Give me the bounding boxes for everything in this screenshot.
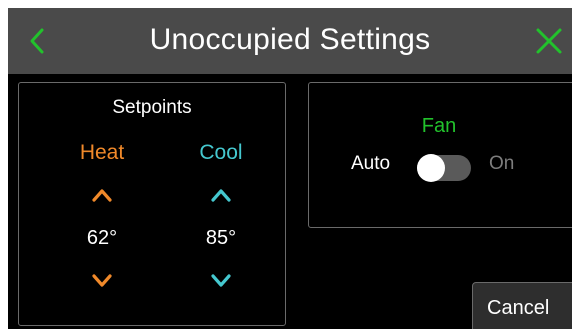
cancel-button[interactable]: Cancel bbox=[472, 282, 572, 329]
fan-panel: Fan Auto On bbox=[308, 82, 572, 228]
thermostat-screen: Unoccupied Settings Setpoints Heat Cool … bbox=[8, 8, 572, 329]
chevron-up-icon bbox=[211, 189, 231, 202]
heat-increase-button[interactable] bbox=[82, 183, 122, 207]
cool-decrease-button[interactable] bbox=[201, 269, 241, 293]
heat-setpoint-value: 62° bbox=[86, 227, 118, 249]
page-title: Unoccupied Settings bbox=[149, 23, 431, 56]
fan-mode-toggle[interactable] bbox=[417, 154, 471, 182]
close-icon bbox=[536, 28, 562, 54]
cool-increase-button[interactable] bbox=[201, 183, 241, 207]
fan-auto-label: Auto bbox=[351, 153, 391, 174]
heat-label: Heat bbox=[79, 141, 125, 164]
fan-on-label: On bbox=[489, 153, 515, 174]
cool-label: Cool bbox=[199, 141, 243, 164]
setpoints-panel: Setpoints Heat Cool 62° 85° bbox=[18, 82, 286, 326]
toggle-knob bbox=[417, 154, 445, 182]
setpoints-title: Setpoints bbox=[112, 97, 192, 118]
header-bar: Unoccupied Settings bbox=[8, 8, 572, 74]
chevron-down-icon bbox=[92, 274, 112, 287]
close-button[interactable] bbox=[530, 22, 568, 60]
chevron-down-icon bbox=[211, 274, 231, 287]
cool-setpoint-value: 85° bbox=[205, 227, 237, 249]
chevron-up-icon bbox=[92, 189, 112, 202]
fan-title: Fan bbox=[421, 115, 457, 137]
heat-decrease-button[interactable] bbox=[82, 269, 122, 293]
